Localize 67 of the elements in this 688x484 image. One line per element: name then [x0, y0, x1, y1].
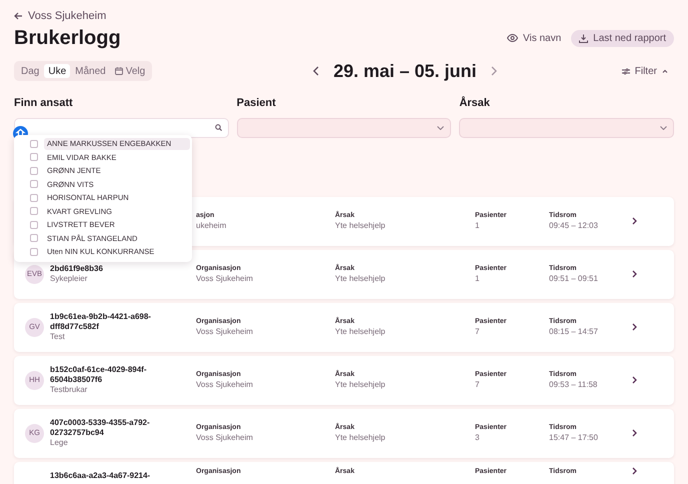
field-value: 3 [475, 433, 480, 443]
user-role: Testbrukar [50, 385, 88, 395]
field-value: 1 [475, 221, 480, 231]
checkbox[interactable] [30, 140, 38, 148]
field-value: Voss Sjukeheim [196, 433, 254, 443]
field-value: Voss Sjukeheim [196, 327, 254, 337]
download-report-button[interactable]: Last ned rapport [571, 30, 674, 46]
eye-icon [506, 34, 518, 42]
checkbox[interactable] [30, 220, 38, 229]
field-value: Yte helsehjelp [335, 221, 386, 231]
filter-label: Årsak [459, 95, 491, 111]
filter-button[interactable]: Filter [622, 64, 674, 78]
caret-icon [662, 69, 668, 73]
field-value: 09:51 – 09:51 [549, 274, 599, 284]
field-value: 7 [475, 380, 480, 390]
field-value: 7 [475, 327, 480, 337]
field-value: Yte helsehjelp [335, 433, 386, 443]
chevron-left-icon[interactable] [313, 66, 320, 76]
field-value: 09:45 – 12:03 [549, 221, 599, 231]
period-tab[interactable]: Velg [110, 64, 150, 78]
field-value: Voss Sjukeheim [196, 274, 254, 284]
field-value: 1 [475, 274, 480, 284]
chevron-right-icon[interactable] [632, 270, 637, 278]
checkbox[interactable] [30, 166, 38, 175]
period-tab[interactable]: Dag [17, 64, 44, 78]
field-value: Yte helsehjelp [335, 380, 386, 390]
chevron-down-icon [660, 126, 667, 130]
checkbox[interactable] [30, 180, 38, 188]
back-link[interactable]: Voss Sjukeheim [14, 8, 106, 24]
show-names-button[interactable]: Vis navn [506, 30, 562, 46]
checkbox[interactable] [30, 248, 38, 256]
page-title: Brukerlogg [14, 26, 121, 51]
field-value: Yte helsehjelp [335, 327, 386, 337]
user-role: Lege [50, 438, 69, 448]
field-value: Yte helsehjelp [335, 274, 386, 284]
filter-label: Pasient [236, 96, 277, 111]
chevron-right-icon[interactable] [632, 429, 637, 437]
date-range: 29. mai – 05. juni [333, 60, 477, 83]
chevron-right-icon[interactable] [632, 323, 637, 331]
field-value: 08:15 – 14:57 [549, 327, 599, 337]
checkbox[interactable] [30, 194, 38, 202]
field-value: ukeheim [196, 221, 228, 231]
chevron-right-icon[interactable] [632, 217, 637, 225]
period-tab[interactable]: Måned [71, 64, 110, 78]
chevron-down-icon [437, 126, 444, 130]
download-icon [579, 34, 588, 42]
sliders-icon [622, 68, 630, 74]
user-id: b152c0af-61ce-4029-894f-6504b38507f6 [50, 365, 148, 385]
user-id: 407c0003-5339-4355-a792-02732757bc94 [50, 418, 151, 438]
arrow-left-icon [14, 12, 23, 20]
period-tab[interactable]: Uke [44, 64, 70, 78]
chevron-right-icon[interactable] [632, 466, 637, 474]
user-role: Test [50, 332, 66, 342]
chevron-right-icon[interactable] [632, 376, 637, 384]
user-role: Sykepleier [50, 274, 88, 284]
checkbox[interactable] [30, 153, 38, 162]
checkbox[interactable] [30, 207, 38, 216]
calendar-icon [114, 67, 123, 75]
user-id: 2bd61f9e8b36 [50, 264, 104, 274]
field-value: 09:53 – 11:58 [549, 380, 598, 390]
field-value: 15:47 – 17:50 [549, 433, 599, 443]
filter-label: Finn ansatt [14, 96, 74, 111]
user-id: 13b6c6aa-a2a3-4a67-9214- [50, 471, 152, 481]
field-value: Voss Sjukeheim [196, 380, 254, 390]
checkbox[interactable] [30, 234, 38, 242]
search-icon [214, 124, 222, 131]
user-id: 1b9c61ea-9b2b-4421-a698-dff8d77c582f [50, 312, 152, 332]
